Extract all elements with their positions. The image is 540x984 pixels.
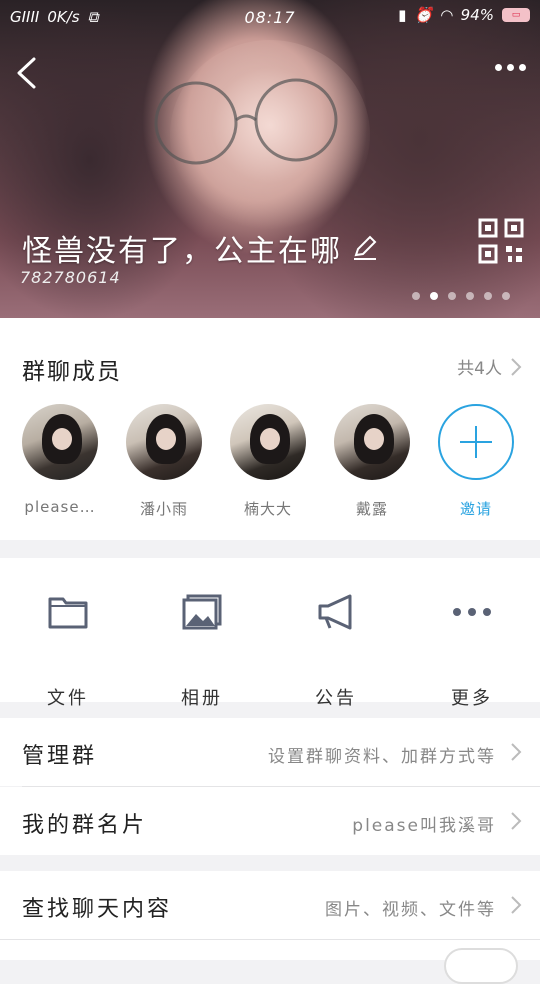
row-value: 图片、视频、文件等 — [325, 900, 496, 920]
invite-button[interactable]: 邀请 — [438, 404, 514, 519]
tool-label: 更多 — [451, 688, 493, 709]
carousel-dot — [502, 292, 510, 300]
member-item[interactable]: 潘小雨 — [126, 404, 202, 519]
plus-icon — [438, 404, 514, 480]
carousel-dot — [412, 292, 420, 300]
avatar — [334, 404, 410, 480]
row-value: 设置群聊资料、加群方式等 — [268, 747, 496, 767]
toggle-switch[interactable] — [444, 948, 518, 984]
members-title: 群聊成员 — [22, 359, 122, 385]
row-title: 我的群名片 — [22, 813, 148, 838]
album-icon — [182, 594, 222, 630]
carousel-dot — [484, 292, 492, 300]
search-chat-row[interactable]: 查找聊天内容 图片、视频、文件等 — [0, 871, 540, 939]
row-title: 管理群 — [22, 744, 98, 769]
folder-icon — [48, 597, 88, 629]
member-item[interactable]: 楠大大 — [230, 404, 306, 519]
group-name-text: 怪兽没有了，公主在哪 — [22, 234, 342, 269]
alarm-icon: ⏰ — [414, 6, 434, 24]
tool-more[interactable]: 更多 — [432, 588, 512, 710]
group-id: 782780614 — [20, 268, 121, 287]
member-item[interactable]: please… — [22, 404, 98, 516]
group-name: 怪兽没有了，公主在哪 — [22, 226, 378, 270]
battery-icon: ▭ — [502, 8, 530, 22]
chevron-right-icon — [511, 896, 522, 914]
members-count-link[interactable]: 共4人 — [457, 354, 522, 379]
status-bar: GIIII 0K/s ⧉ 08:17 ▮ ⏰ ◠ 94% ▭ — [0, 0, 540, 34]
tool-label: 文件 — [47, 688, 89, 709]
row-title: 查找聊天内容 — [22, 897, 173, 922]
avatar — [126, 404, 202, 480]
avatar — [22, 404, 98, 480]
more-dots-icon — [453, 608, 491, 616]
carousel-dot — [466, 292, 474, 300]
tool-album[interactable]: 相册 — [162, 588, 242, 710]
manage-group-row[interactable]: 管理群 设置群聊资料、加群方式等 — [0, 718, 540, 786]
tool-files[interactable]: 文件 — [28, 588, 108, 710]
member-name: 戴露 — [355, 500, 388, 518]
charging-icon: ▮ — [398, 6, 407, 24]
chevron-right-icon — [511, 743, 522, 761]
group-cover-photo[interactable]: GIIII 0K/s ⧉ 08:17 ▮ ⏰ ◠ 94% ▭ 怪兽没有了，公主在… — [0, 0, 540, 318]
megaphone-icon — [318, 594, 352, 630]
cover-photo-glasses — [154, 78, 338, 165]
chevron-right-icon — [511, 812, 522, 830]
member-name: 潘小雨 — [139, 500, 188, 518]
back-arrow-icon[interactable] — [14, 56, 38, 90]
avatar — [230, 404, 306, 480]
group-tools: 文件 相册 公告 更多 — [0, 558, 540, 709]
tool-label: 公告 — [315, 688, 357, 709]
more-menu-icon[interactable] — [495, 64, 526, 71]
battery-percent: 94% — [460, 6, 494, 24]
member-name: please… — [24, 498, 96, 516]
carousel-indicator — [412, 292, 510, 300]
members-count: 共4人 — [457, 359, 502, 379]
chevron-right-icon — [511, 357, 522, 376]
tool-label: 相册 — [181, 688, 223, 709]
edit-pencil-icon[interactable] — [352, 235, 378, 261]
row-value: please叫我溪哥 — [352, 816, 496, 836]
carousel-dot-active — [430, 292, 438, 300]
qr-code-icon[interactable] — [478, 218, 524, 264]
invite-label: 邀请 — [459, 500, 492, 518]
wifi-icon: ◠ — [441, 6, 453, 24]
carousel-dot — [448, 292, 456, 300]
tool-announcement[interactable]: 公告 — [296, 588, 376, 710]
member-item[interactable]: 戴露 — [334, 404, 410, 519]
my-group-card-row[interactable]: 我的群名片 please叫我溪哥 — [0, 787, 540, 855]
members-section: 群聊成员 共4人 please… 潘小雨 楠大大 戴露 邀请 — [0, 318, 540, 540]
member-name: 楠大大 — [243, 500, 292, 518]
